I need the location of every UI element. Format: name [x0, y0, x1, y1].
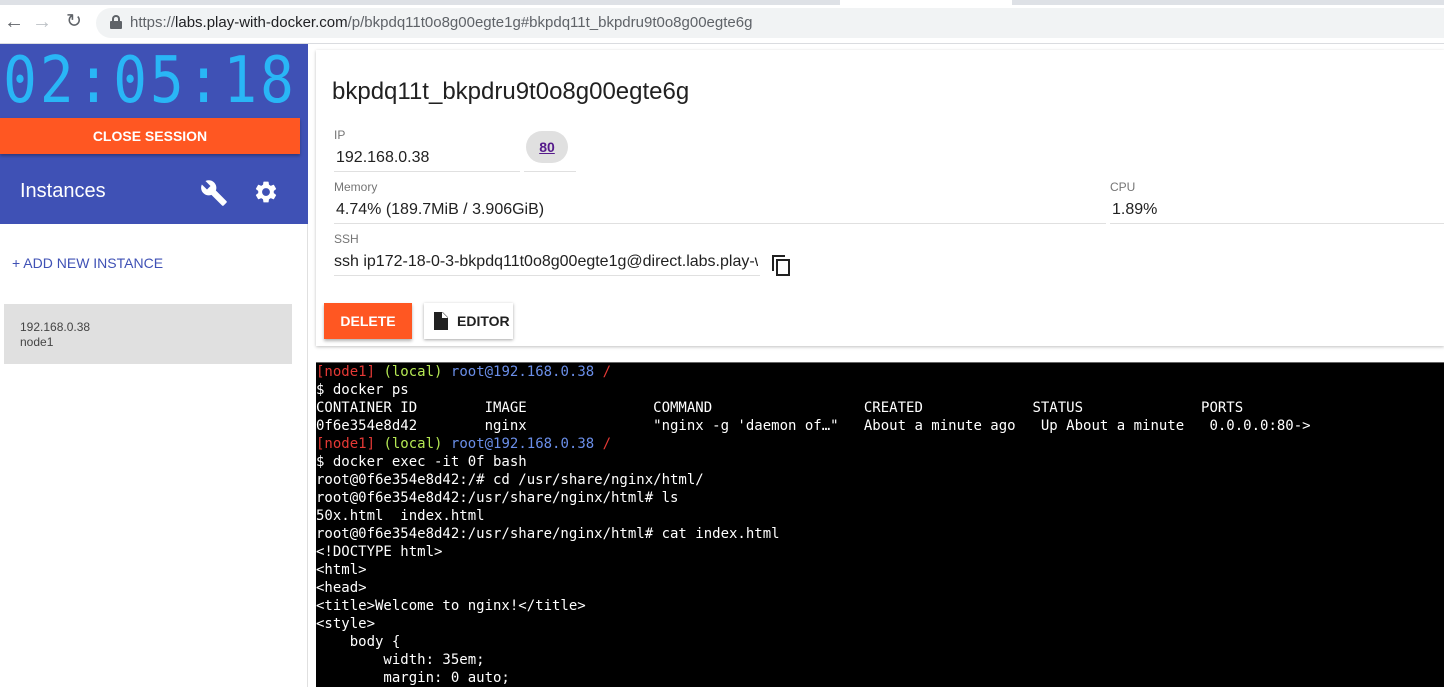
terminal-line: 50x.html index.html: [316, 508, 485, 524]
delete-button[interactable]: DELETE: [324, 303, 412, 339]
terminal-line: root@0f6e354e8d42:/usr/share/nginx/html#…: [316, 490, 679, 506]
browser-toolbar: ← → ↻ https://labs.play-with-docker.com/…: [0, 0, 1444, 44]
cpu-underline: [1110, 223, 1444, 224]
instance-name: node1: [20, 335, 54, 349]
instances-title: Instances: [20, 180, 106, 202]
back-icon[interactable]: ←: [2, 10, 26, 34]
cpu-label: CPU: [1110, 180, 1136, 194]
lock-icon[interactable]: [110, 15, 122, 29]
memory-value[interactable]: 4.74% (189.7MiB / 3.906GiB): [336, 201, 544, 219]
prompt-node: [node1]: [316, 364, 376, 380]
editor-label: EDITOR: [457, 313, 510, 329]
memory-underline: [334, 223, 1106, 224]
prompt-local: (local): [383, 436, 443, 452]
prompt-dir: /: [602, 364, 612, 380]
prompt-host: root@192.168.0.38: [450, 364, 595, 380]
copy-icon[interactable]: [772, 255, 792, 277]
active-tab[interactable]: [840, 0, 1012, 5]
terminal-line: root@0f6e354e8d42:/usr/share/nginx/html#…: [316, 526, 780, 542]
editor-button[interactable]: EDITOR: [424, 303, 513, 339]
prompt-node: [node1]: [316, 436, 376, 452]
instance-title: bkpdq11t_bkpdru9t0o8g00egte6g: [332, 78, 690, 105]
tab-strip: [0, 0, 1444, 5]
prompt-host: root@192.168.0.38: [450, 436, 595, 452]
ssh-underline: [334, 275, 760, 276]
port-underline: [524, 171, 576, 172]
add-new-instance-button[interactable]: + ADD NEW INSTANCE: [12, 255, 163, 271]
instance-panel: bkpdq11t_bkpdru9t0o8g00egte6g IP 192.168…: [316, 50, 1444, 346]
ip-label: IP: [334, 128, 346, 142]
terminal-line: $ docker exec -it 0f bash: [316, 454, 527, 470]
ssh-label: SSH: [334, 232, 359, 246]
terminal-line: <style>: [316, 616, 376, 632]
terminal-line: root@0f6e354e8d42:/# cd /usr/share/nginx…: [316, 472, 704, 488]
ssh-field[interactable]: ssh ip172-18-0-3-bkpdq11t0o8g00egte1g@di…: [334, 252, 758, 276]
port-80-link[interactable]: 80: [526, 131, 568, 163]
prompt-local: (local): [383, 364, 443, 380]
terminal-line: <html>: [316, 562, 367, 578]
terminal-line: body {: [316, 634, 401, 650]
terminal-line: margin: 0 auto;: [316, 670, 510, 686]
ip-underline: [334, 171, 520, 172]
terminal-line: <head>: [316, 580, 367, 596]
instance-ip: 192.168.0.38: [20, 320, 91, 334]
prompt-dir: /: [602, 436, 612, 452]
terminal-line: CONTAINER ID IMAGE COMMAND CREATED STATU…: [316, 400, 1244, 416]
url-host: labs.play-with-docker.com: [175, 14, 348, 31]
terminal-line: 0f6e354e8d42 nginx "nginx -g 'daemon of……: [316, 418, 1311, 434]
terminal-line: $ docker ps: [316, 382, 409, 398]
memory-label: Memory: [334, 180, 378, 194]
wrench-icon[interactable]: [200, 179, 228, 207]
terminal-line: width: 35em;: [316, 652, 485, 668]
close-session-button[interactable]: CLOSE SESSION: [0, 118, 300, 154]
ip-value[interactable]: 192.168.0.38: [336, 149, 429, 167]
terminal-line: <title>Welcome to nginx!</title>: [316, 598, 586, 614]
terminal-prompt: [node1] (local) root@192.168.0.38 /: [316, 363, 611, 381]
instance-list-item[interactable]: 192.168.0.38 node1: [4, 304, 292, 364]
terminal-line: <!DOCTYPE html>: [316, 544, 443, 560]
gear-icon[interactable]: [253, 179, 279, 205]
terminal-prompt: [node1] (local) root@192.168.0.38 /: [316, 435, 611, 453]
cpu-value[interactable]: 1.89%: [1112, 201, 1157, 219]
sidebar: 02:05:18 CLOSE SESSION Instances + ADD N…: [0, 43, 308, 687]
url-prefix: https://: [130, 14, 176, 31]
reload-icon[interactable]: ↻: [62, 10, 86, 34]
url-text[interactable]: https://labs.play-with-docker.com/p/bkpd…: [130, 14, 752, 31]
ssh-value: ssh ip172-18-0-3-bkpdq11t0o8g00egte1g@di…: [334, 253, 758, 270]
terminal[interactable]: [node1] (local) root@192.168.0.38 / $ do…: [316, 362, 1444, 687]
file-icon: [434, 312, 448, 330]
url-path: /p/bkpdq11t0o8g00egte1g#bkpdq11t_bkpdru9…: [347, 14, 753, 31]
sidebar-header: 02:05:18 CLOSE SESSION Instances: [0, 43, 308, 224]
session-timer: 02:05:18: [3, 43, 297, 118]
forward-icon[interactable]: →: [30, 10, 54, 34]
